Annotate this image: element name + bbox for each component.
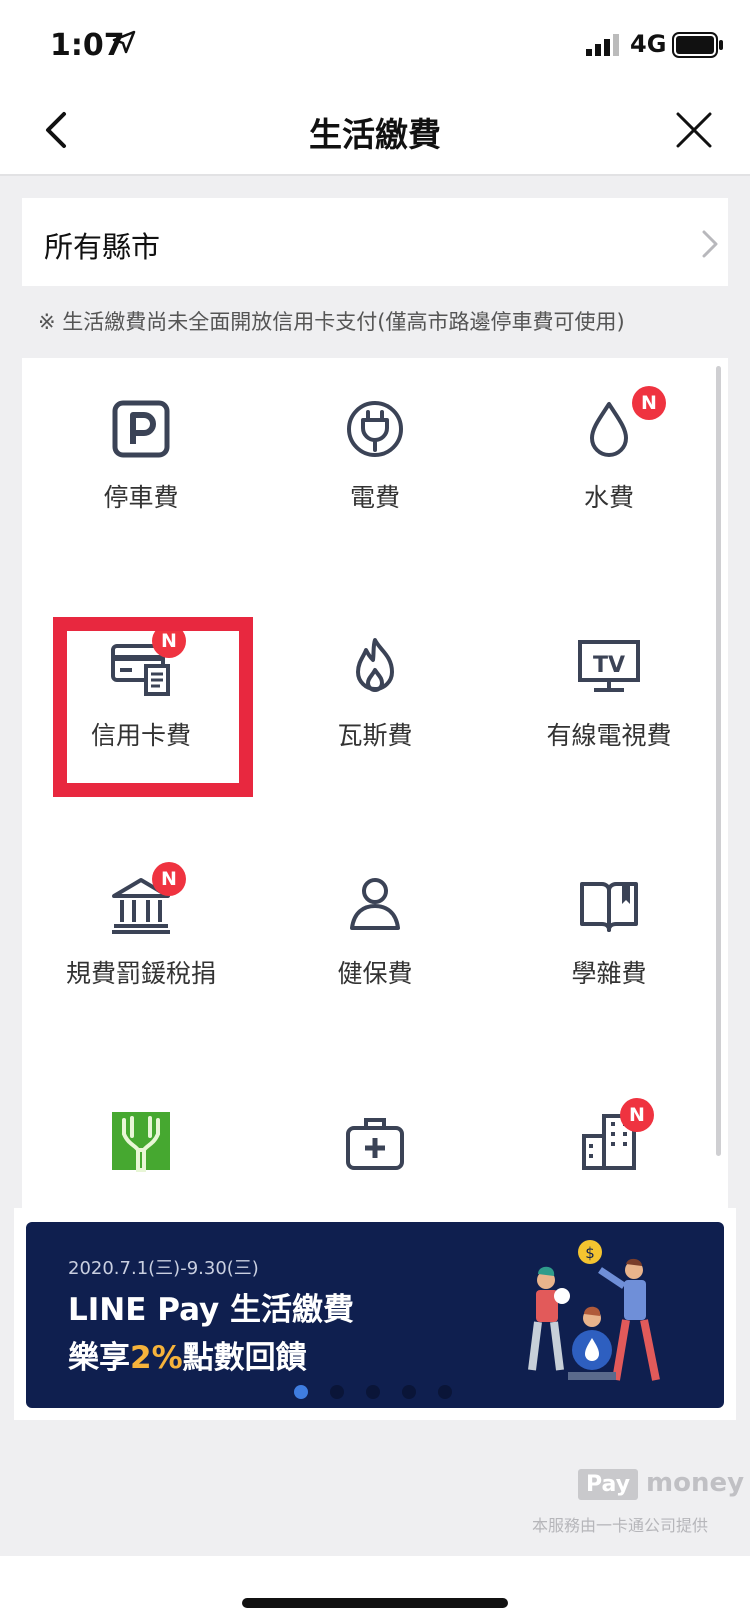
network-type: 4G <box>630 30 667 58</box>
pagination-dot[interactable] <box>366 1385 380 1399</box>
logo-pay-text: Pay <box>578 1469 639 1500</box>
category-label: 水費 <box>583 483 634 512</box>
category-label: 健保費 <box>337 959 413 988</box>
flame-icon <box>356 638 394 692</box>
book-icon <box>580 882 638 932</box>
battery-icon <box>672 32 723 58</box>
highlight-box-credit-card <box>53 617 253 797</box>
banner-pagination[interactable] <box>294 1384 474 1403</box>
logo-money-text: money <box>646 1468 745 1498</box>
category-label: 有線電視費 <box>546 721 672 750</box>
banner-headline: LINE Pay 生活繳費 <box>68 1292 355 1328</box>
category-medical[interactable] <box>260 1110 490 1208</box>
person-icon <box>350 878 400 930</box>
category-label: 瓦斯費 <box>337 721 413 750</box>
water-drop-icon <box>590 402 628 457</box>
category-parking[interactable]: 停車費 <box>26 398 256 558</box>
category-tuition[interactable]: 學雜費 <box>494 874 724 1034</box>
pagination-dot[interactable] <box>402 1385 416 1399</box>
category-label: 學雜費 <box>571 959 647 988</box>
svg-text:TV: TV <box>593 653 625 678</box>
pagination-dot-active[interactable] <box>294 1385 308 1399</box>
banner-subheadline: 樂享2%點數回饋 <box>68 1332 307 1377</box>
new-badge: N <box>632 386 666 420</box>
close-icon[interactable] <box>674 110 714 150</box>
bottom-safe-area <box>0 1556 750 1624</box>
home-indicator[interactable] <box>242 1598 508 1608</box>
pagination-dot[interactable] <box>438 1385 452 1399</box>
category-label: 規費罰鍰稅捐 <box>65 959 216 988</box>
category-park-fees[interactable] <box>26 1110 256 1208</box>
new-badge: N <box>152 862 186 896</box>
category-electricity[interactable]: 電費 <box>260 398 490 558</box>
category-water[interactable]: 水費 N <box>494 386 724 558</box>
status-bar: 1:07 4G <box>0 0 750 90</box>
pagination-dot[interactable] <box>330 1385 344 1399</box>
svg-text:$: $ <box>585 1244 595 1262</box>
people-illustration-icon: $ <box>528 1240 660 1381</box>
city-selector-label: 所有縣市 <box>44 230 161 264</box>
paymoney-logo: Pay money <box>578 1468 744 1500</box>
navigation-bar: 生活繳費 <box>0 90 750 176</box>
category-label: 停車費 <box>103 483 179 512</box>
provider-note: 本服務由一卡通公司提供 <box>532 1516 709 1535</box>
category-government-fees[interactable]: 規費罰鍰稅捐 N <box>26 862 256 1034</box>
banner-subheadline-suffix: 點數回饋 <box>182 1340 307 1376</box>
category-label: 電費 <box>349 483 400 512</box>
location-arrow-icon <box>112 30 136 54</box>
page-title: 生活繳費 <box>309 115 441 154</box>
electric-plug-icon <box>347 401 403 457</box>
category-building-fees[interactable]: N <box>494 1098 724 1208</box>
signal-icon <box>586 34 619 56</box>
city-selector[interactable]: 所有縣市 <box>22 198 728 286</box>
banner-highlight: 2% <box>130 1340 183 1376</box>
grid-scrollbar[interactable] <box>716 366 721 1156</box>
category-cable-tv[interactable]: TV 有線電視費 <box>494 636 724 796</box>
tv-icon: TV <box>578 640 640 692</box>
new-badge: N <box>620 1098 654 1132</box>
category-gas[interactable]: 瓦斯費 <box>260 636 490 796</box>
medical-kit-icon <box>346 1118 404 1170</box>
banner-subheadline-prefix: 樂享 <box>68 1340 130 1376</box>
category-health-insurance[interactable]: 健保費 <box>260 874 490 1034</box>
chevron-right-icon <box>702 230 718 258</box>
credit-card-notice: ※ 生活繳費尚未全面開放信用卡支付(僅高市路邊停車費可使用) <box>38 310 625 334</box>
parking-icon <box>112 400 170 458</box>
banner-date: 2020.7.1(三)-9.30(三) <box>68 1258 259 1279</box>
promo-banner[interactable]: 2020.7.1(三)-9.30(三) LINE Pay 生活繳費 樂享2%點數… <box>26 1222 724 1408</box>
deer-park-icon <box>112 1112 170 1172</box>
